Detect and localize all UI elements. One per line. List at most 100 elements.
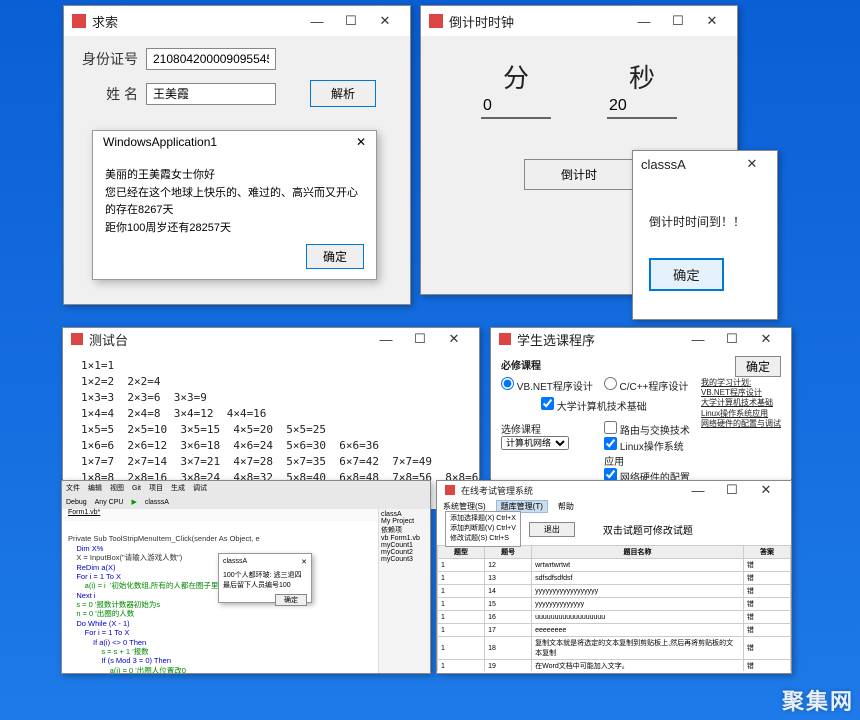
close-button[interactable]: ✕ <box>437 328 471 350</box>
chk-routing[interactable] <box>604 421 617 434</box>
radio-vbnet[interactable] <box>501 377 514 390</box>
col-num[interactable]: 题号 <box>485 546 532 559</box>
maximize-button[interactable]: ☐ <box>403 328 437 350</box>
id-input[interactable] <box>146 48 276 70</box>
menu-help[interactable]: 帮助 <box>558 501 574 512</box>
ok-button[interactable]: 确定 <box>649 258 724 291</box>
close-button[interactable]: ✕ <box>749 328 783 350</box>
parse-button[interactable]: 解析 <box>310 80 376 107</box>
menu-build[interactable]: 生成 <box>171 483 185 493</box>
table-row[interactable]: 118复制文本就是将选定的文本复制到剪贴板上,然后再将剪贴板的文本复制错 <box>438 637 791 660</box>
msg-line1: 美丽的王美霞女士你好 <box>105 167 364 185</box>
maximize-button[interactable]: ☐ <box>661 10 695 32</box>
chk-linux-label: Linux操作系统应用 <box>604 442 684 468</box>
menu-edit[interactable]: 编辑 <box>88 483 102 493</box>
maximize-button[interactable]: ☐ <box>715 479 749 501</box>
menu-view[interactable]: 视图 <box>110 483 124 493</box>
window-exam: 在线考试管理系统 — ☐ ✕ 系统管理(S) 题库管理(T) 帮助 添加选择题(… <box>436 480 792 674</box>
hint-text: 双击试题可修改试题 <box>603 522 693 537</box>
radio-cpp[interactable] <box>604 377 617 390</box>
menu-project[interactable]: 项目 <box>149 483 163 493</box>
ide-toolbar[interactable]: Debug Any CPU ▶ classsA <box>62 495 430 509</box>
window-ide: 文件 编辑 视图 Git 项目 生成 调试 Debug Any CPU ▶ cl… <box>61 480 431 674</box>
close-button[interactable]: ✕ <box>368 10 402 32</box>
table-row[interactable]: 114yyyyyyyyyyyyyyyyyy错 <box>438 585 791 598</box>
chk-basics[interactable] <box>541 397 554 410</box>
id-label: 身份证号 <box>76 49 138 69</box>
menu-item[interactable]: 添加选择题(X) Ctrl+X <box>450 514 516 524</box>
sec-label: 秒 <box>607 58 677 95</box>
menu-file[interactable]: 文件 <box>66 483 80 493</box>
menu-system[interactable]: 系统管理(S) <box>443 501 486 512</box>
tree-item[interactable]: myCount2 <box>381 549 428 556</box>
title: 倒计时时钟 <box>449 12 627 31</box>
close-icon[interactable]: ✕ <box>356 135 366 149</box>
tree-item[interactable]: classA <box>381 511 428 518</box>
table-row[interactable]: 112wrtwrtwrtwt错 <box>438 559 791 572</box>
chk-routing-label: 路由与交换技术 <box>620 426 690 437</box>
exit-button[interactable]: 退出 <box>529 522 575 537</box>
ide-msgbox: classsA✕ 100个人都环玻: 逃三退四 最后留下人员编号100 确定 <box>218 553 312 603</box>
tree-item[interactable]: myCount3 <box>381 556 428 563</box>
minimize-button[interactable]: — <box>300 10 334 32</box>
solution-explorer[interactable]: classA My Project 依赖项 vb Form1.vb myCoun… <box>378 509 430 673</box>
elective-select[interactable]: 计算机网络 <box>501 436 569 450</box>
sec-input[interactable] <box>607 95 677 119</box>
table-row[interactable]: 117eeeeeeee错 <box>438 624 791 637</box>
close-button[interactable]: ✕ <box>735 153 769 175</box>
menu-debug[interactable]: 调试 <box>193 483 207 493</box>
name-label: 姓 名 <box>76 84 138 104</box>
plan-text: VB.NET程序设计 大学计算机技术基础 Linux操作系统应用 网络硬件的配置… <box>701 388 781 430</box>
table-row[interactable]: 116uuuuuuuuuuuuuuuuuu错 <box>438 611 791 624</box>
menu-item[interactable]: 添加判断题(V) Ctrl+V <box>450 524 516 534</box>
tree-item[interactable]: 依赖项 <box>381 525 428 535</box>
maximize-button[interactable]: ☐ <box>334 10 368 32</box>
minimize-button[interactable]: — <box>681 479 715 501</box>
ok-button[interactable]: 确定 <box>306 244 364 269</box>
col-answer[interactable]: 答案 <box>743 546 790 559</box>
minimize-button[interactable]: — <box>681 328 715 350</box>
col-type[interactable]: 题型 <box>438 546 485 559</box>
close-button[interactable]: ✕ <box>695 10 729 32</box>
chk-linux[interactable] <box>604 437 617 450</box>
close-button[interactable]: ✕ <box>749 479 783 501</box>
dialog-classsa: classsA ✕ 倒计时时间到！！ 确定 <box>632 150 778 320</box>
dropdown-menu[interactable]: 添加选择题(X) Ctrl+X 添加判断题(V) Ctrl+V 修改试题(S) … <box>445 511 521 546</box>
menu-item[interactable]: 修改试题(S) Ctrl+S <box>450 534 516 544</box>
menu-git[interactable]: Git <box>132 485 141 492</box>
name-input[interactable] <box>146 83 276 105</box>
table-row[interactable]: 113sdfsdfsdfdsf错 <box>438 572 791 585</box>
min-input[interactable] <box>481 95 551 119</box>
tree-item[interactable]: My Project <box>381 518 428 525</box>
question-table[interactable]: 题型 题号 题目名称 答案 112wrtwrtwrtwt错113sdfsdfsd… <box>437 545 791 671</box>
dialog-title: WindowsApplication1 <box>103 135 356 149</box>
app-icon <box>72 14 86 28</box>
table-row[interactable]: 115yyyyyyyyyyyyyy错 <box>438 598 791 611</box>
submit-button[interactable]: 确定 <box>735 356 781 377</box>
titlebar[interactable]: 倒计时时钟 — ☐ ✕ <box>421 6 737 36</box>
tab-form1[interactable]: Form1.vb* <box>68 509 100 516</box>
chk-basics-label: 大学计算机技术基础 <box>557 402 647 413</box>
ide-menubar[interactable]: 文件 编辑 视图 Git 项目 生成 调试 <box>62 481 430 495</box>
msg: 倒计时时间到！！ <box>649 213 761 230</box>
countdown-button[interactable]: 倒计时 <box>524 159 634 190</box>
config-select[interactable]: Debug <box>66 499 87 506</box>
app-icon <box>499 333 511 345</box>
ok-button[interactable]: 确定 <box>275 594 307 606</box>
title: classsA <box>641 157 735 172</box>
tree-item[interactable]: vb Form1.vb <box>381 535 428 542</box>
plan-label: 我的学习计划: <box>701 377 781 388</box>
dialog-windowsapp: WindowsApplication1 ✕ 美丽的王美霞女士你好 您已经在这个地… <box>92 130 377 280</box>
title: 学生选课程序 <box>517 330 681 349</box>
tree-item[interactable]: myCount1 <box>381 542 428 549</box>
run-target[interactable]: classsA <box>145 499 169 506</box>
minimize-button[interactable]: — <box>369 328 403 350</box>
radio-vbnet-label: VB.NET程序设计 <box>517 382 593 393</box>
col-name[interactable]: 题目名称 <box>532 546 744 559</box>
minimize-button[interactable]: — <box>627 10 661 32</box>
platform-select[interactable]: Any CPU <box>95 499 124 506</box>
close-icon[interactable]: ✕ <box>301 558 307 566</box>
table-row[interactable]: 119在Word文档中可能加入文字。错 <box>438 660 791 672</box>
titlebar[interactable]: 求索 — ☐ ✕ <box>64 6 410 36</box>
maximize-button[interactable]: ☐ <box>715 328 749 350</box>
